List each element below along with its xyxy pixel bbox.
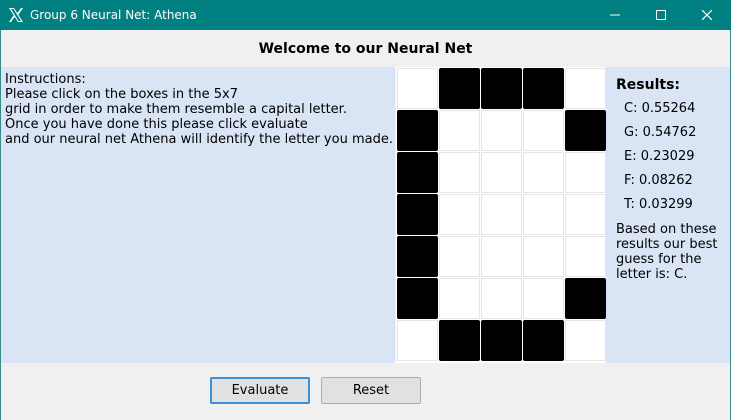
result-score-t: T: 0.03299 xyxy=(624,197,693,212)
reset-button[interactable]: Reset xyxy=(321,377,421,404)
grid-cell[interactable] xyxy=(397,110,438,151)
grid-cell[interactable] xyxy=(439,68,480,109)
grid-cell[interactable] xyxy=(523,68,564,109)
grid-cell[interactable] xyxy=(481,194,522,235)
result-score-g: G: 0.54762 xyxy=(624,125,697,140)
grid-cell[interactable] xyxy=(523,278,564,319)
instructions-line: Please click on the boxes in the 5x7 xyxy=(5,87,238,102)
title-bar[interactable]: Group 6 Neural Net: Athena xyxy=(0,0,731,30)
grid-cell[interactable] xyxy=(397,194,438,235)
grid-cell[interactable] xyxy=(565,236,606,277)
evaluate-button[interactable]: Evaluate xyxy=(210,377,310,404)
grid-cell[interactable] xyxy=(523,320,564,361)
results-panel: Results: C: 0.55264 G: 0.54762 E: 0.2302… xyxy=(606,67,730,363)
instructions-panel: Instructions: Please click on the boxes … xyxy=(1,67,395,363)
maximize-button[interactable] xyxy=(638,0,684,30)
minimize-button[interactable] xyxy=(592,0,638,30)
grid-cell[interactable] xyxy=(439,110,480,151)
result-score-c: C: 0.55264 xyxy=(624,101,696,116)
window-title: Group 6 Neural Net: Athena xyxy=(30,8,197,22)
grid-cell[interactable] xyxy=(439,152,480,193)
minimize-icon xyxy=(610,14,620,16)
instructions-line: and our neural net Athena will identify … xyxy=(5,132,393,147)
x-logo-icon xyxy=(9,8,23,22)
grid-cell[interactable] xyxy=(565,110,606,151)
grid-cell[interactable] xyxy=(565,278,606,319)
maximize-icon xyxy=(656,10,666,20)
grid-cell[interactable] xyxy=(481,278,522,319)
letter-grid xyxy=(396,67,606,363)
grid-cell[interactable] xyxy=(439,278,480,319)
grid-cell[interactable] xyxy=(481,68,522,109)
grid-cell[interactable] xyxy=(523,110,564,151)
grid-cell[interactable] xyxy=(565,320,606,361)
grid-cell[interactable] xyxy=(481,110,522,151)
grid-cell[interactable] xyxy=(481,320,522,361)
page-title: Welcome to our Neural Net xyxy=(258,40,473,57)
close-button[interactable] xyxy=(684,0,730,30)
grid-cell[interactable] xyxy=(523,152,564,193)
grid-cell[interactable] xyxy=(439,194,480,235)
result-score-f: F: 0.08262 xyxy=(624,173,693,188)
instructions-line: grid in order to make them resemble a ca… xyxy=(5,102,347,117)
best-guess-text: Based on these results our best guess fo… xyxy=(616,222,718,282)
grid-cell[interactable] xyxy=(397,68,438,109)
grid-cell[interactable] xyxy=(523,194,564,235)
grid-cell[interactable] xyxy=(439,236,480,277)
instructions-heading: Instructions: xyxy=(5,72,86,87)
results-title: Results: xyxy=(616,77,680,93)
grid-cell[interactable] xyxy=(565,68,606,109)
grid-cell[interactable] xyxy=(397,320,438,361)
grid-cell[interactable] xyxy=(481,236,522,277)
grid-cell[interactable] xyxy=(397,278,438,319)
grid-cell[interactable] xyxy=(481,152,522,193)
grid-cell[interactable] xyxy=(523,236,564,277)
close-icon xyxy=(702,10,712,20)
grid-cell[interactable] xyxy=(397,236,438,277)
grid-cell[interactable] xyxy=(439,320,480,361)
instructions-line: Once you have done this please click eva… xyxy=(5,117,308,132)
grid-cell[interactable] xyxy=(397,152,438,193)
result-score-e: E: 0.23029 xyxy=(624,149,695,164)
grid-cell[interactable] xyxy=(565,194,606,235)
grid-cell[interactable] xyxy=(565,152,606,193)
